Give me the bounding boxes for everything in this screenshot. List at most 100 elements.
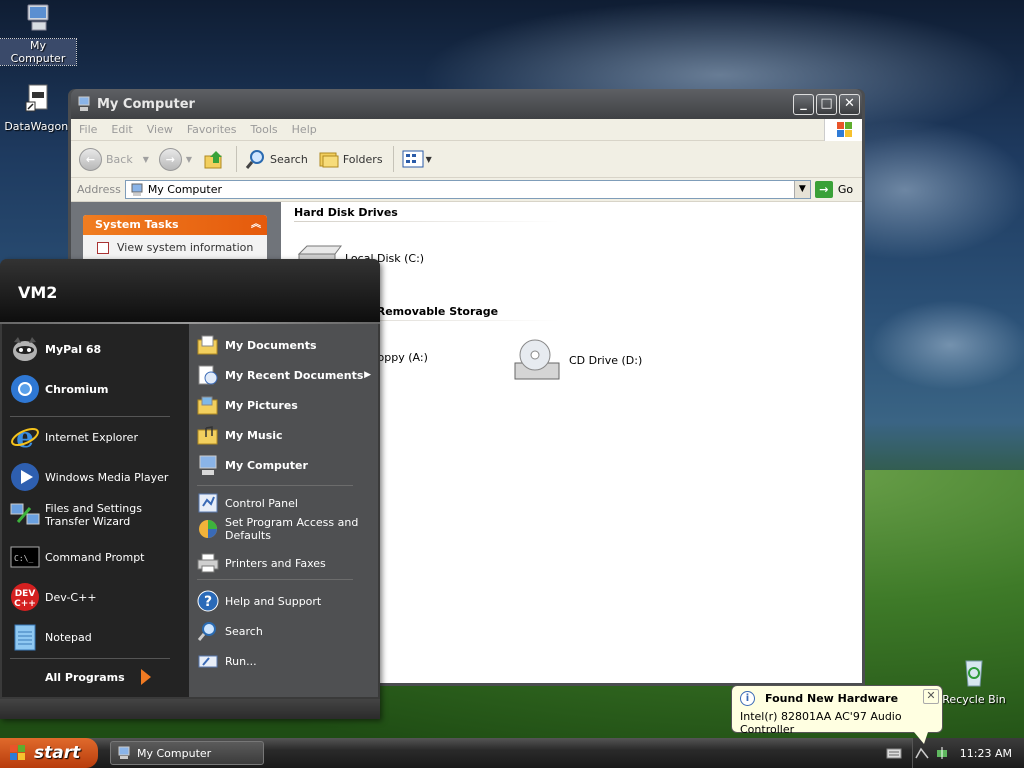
svg-text:e: e [16, 422, 34, 452]
forward-button[interactable]: → ▼ [158, 147, 192, 171]
windows-flag-icon [10, 745, 25, 760]
start-menu-right-pane: My Documents My Recent Documents ▶ My Pi… [189, 324, 378, 697]
network-icon[interactable] [914, 746, 930, 760]
folder-music-icon [197, 426, 218, 445]
start-item-printers-faxes[interactable]: Printers and Faxes [197, 552, 326, 574]
transfer-wizard-icon [10, 503, 40, 525]
computer-icon [118, 746, 130, 759]
start-item-run[interactable]: Run... [197, 650, 257, 672]
menu-edit[interactable]: Edit [111, 123, 132, 136]
menu-tools[interactable]: Tools [251, 123, 278, 136]
desktop-icon-my-computer[interactable]: My Computer [0, 2, 77, 66]
submenu-arrow-icon: ▶ [364, 370, 371, 380]
go-button[interactable]: → Go [814, 181, 853, 198]
start-item-chromium[interactable]: Chromium [10, 374, 108, 404]
svg-text:DEV: DEV [15, 589, 36, 599]
cd-drive-icon [514, 339, 560, 380]
window-titlebar[interactable]: My Computer _ □ ✕ [71, 89, 862, 119]
notepad-icon [14, 624, 36, 651]
all-programs-button[interactable]: All Programs [45, 668, 153, 686]
program-access-icon [199, 520, 217, 538]
dev-cpp-icon: DEVC++ [11, 583, 39, 611]
taskbar-button-my-computer[interactable]: My Computer [110, 741, 264, 765]
system-tasks-header[interactable]: System Tasks ︽ [83, 215, 267, 235]
go-arrow-icon: → [814, 181, 833, 198]
start-item-mypal[interactable]: MyPal 68 [10, 334, 101, 364]
folder-documents-icon [197, 335, 218, 355]
folders-button[interactable]: Folders [318, 148, 383, 170]
start-item-set-program-access[interactable]: Set Program Access and Defaults [197, 516, 367, 542]
views-icon [402, 150, 424, 168]
start-menu-header: VM2 [0, 259, 380, 322]
keyboard-icon[interactable] [886, 746, 902, 760]
balloon-close-button[interactable]: ✕ [923, 689, 939, 704]
menu-view[interactable]: View [147, 123, 173, 136]
folder-icon [319, 152, 339, 168]
start-item-command-prompt[interactable]: C:\_ Command Prompt [10, 542, 145, 572]
group-header-hard-disk: Hard Disk Drives [294, 206, 560, 222]
folder-pictures-icon [197, 396, 218, 415]
internet-explorer-icon: e [11, 422, 39, 452]
desktop-icon-recycle-bin[interactable]: Recycle Bin [936, 656, 1012, 706]
up-button[interactable] [202, 147, 226, 171]
windows-logo-icon [824, 119, 862, 141]
window-title: My Computer [97, 96, 195, 112]
shortcut-file-icon [25, 84, 48, 112]
system-info-icon [97, 241, 109, 254]
control-panel-icon [198, 493, 218, 513]
start-item-internet-explorer[interactable]: e Internet Explorer [10, 422, 138, 452]
computer-icon [27, 4, 49, 31]
svg-text:C++: C++ [14, 599, 36, 609]
start-item-notepad[interactable]: Notepad [10, 622, 92, 652]
menu-file[interactable]: File [79, 123, 97, 136]
chromium-icon [11, 375, 39, 403]
folder-up-icon [204, 151, 223, 169]
back-button[interactable]: ← Back ▼ [79, 147, 149, 171]
start-item-my-recent-documents[interactable]: My Recent Documents ▶ [197, 364, 375, 386]
search-icon [245, 150, 265, 169]
start-item-windows-media-player[interactable]: Windows Media Player [10, 462, 168, 492]
start-item-my-documents[interactable]: My Documents [197, 334, 317, 356]
menu-help[interactable]: Help [292, 123, 317, 136]
user-name: VM2 [18, 283, 58, 302]
notification-balloon[interactable]: i Found New Hardware ✕ Intel(r) 82801AA … [731, 685, 943, 744]
run-icon [198, 655, 218, 668]
system-tray: 11:23 AM [912, 738, 1024, 768]
start-item-my-computer[interactable]: My Computer [197, 454, 308, 476]
command-prompt-icon: C:\_ [10, 546, 40, 568]
start-item-control-panel[interactable]: Control Panel [197, 492, 298, 514]
close-button[interactable]: ✕ [839, 93, 860, 115]
collapse-chevron-icon[interactable]: ︽ [251, 215, 261, 235]
menu-favorites[interactable]: Favorites [187, 123, 237, 136]
start-item-files-settings-transfer[interactable]: Files and Settings Transfer Wizard [10, 500, 185, 530]
start-item-my-music[interactable]: My Music [197, 424, 283, 446]
start-item-search[interactable]: Search [197, 620, 263, 642]
computer-icon [131, 183, 143, 196]
desktop-icon-datawagon[interactable]: DataWagon. [0, 83, 76, 133]
svg-text:?: ? [204, 594, 212, 610]
drive-cd-d[interactable]: CD Drive (D:) [513, 335, 642, 385]
back-arrow-icon: ← [79, 147, 102, 171]
search-button[interactable]: Search [245, 148, 308, 170]
menu-bar: File Edit View Favorites Tools Help [71, 119, 862, 141]
system-tasks-panel: System Tasks ︽ View system information [83, 215, 267, 265]
taskbar: start My Computer 11:23 AM [0, 738, 1024, 768]
svg-text:C:\_: C:\_ [14, 554, 33, 563]
views-button[interactable]: ▼ [402, 149, 432, 169]
address-input[interactable]: My Computer ▼ [124, 180, 811, 199]
start-menu-footer [0, 699, 380, 719]
info-icon: i [740, 691, 755, 706]
start-item-dev-cpp[interactable]: DEV C++ Dev-C++ [10, 582, 97, 612]
mypal-raccoon-icon [13, 337, 37, 361]
address-bar: Address My Computer ▼ → Go [71, 178, 862, 202]
start-item-help-support[interactable]: ? Help and Support [197, 590, 321, 612]
start-item-my-pictures[interactable]: My Pictures [197, 394, 298, 416]
clock[interactable]: 11:23 AM [960, 747, 1012, 760]
computer-icon [78, 96, 90, 111]
minimize-button[interactable]: _ [793, 93, 814, 115]
start-button[interactable]: start [0, 738, 98, 768]
task-view-system-information[interactable]: View system information [83, 235, 267, 254]
safely-remove-hardware-icon[interactable] [934, 746, 950, 760]
maximize-button[interactable]: □ [816, 93, 837, 115]
address-dropdown-button[interactable]: ▼ [793, 181, 810, 198]
